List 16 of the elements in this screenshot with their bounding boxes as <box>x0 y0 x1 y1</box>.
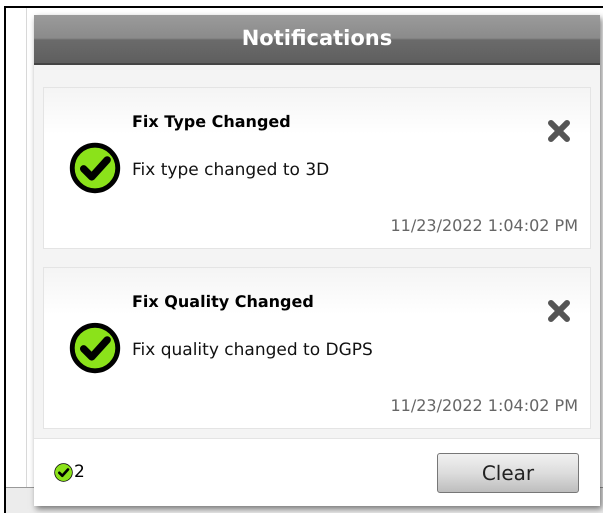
close-button[interactable] <box>546 118 572 144</box>
close-icon <box>547 299 571 323</box>
notification-title: Fix Quality Changed <box>132 291 315 313</box>
close-button[interactable] <box>546 298 572 324</box>
clear-button[interactable]: Clear <box>437 452 579 492</box>
panel-title: Notifications <box>242 25 392 52</box>
close-icon <box>547 119 571 143</box>
notification-message: Fix type changed to 3D <box>132 159 330 182</box>
check-circle-icon <box>54 463 73 482</box>
check-circle-icon <box>69 142 121 194</box>
check-circle-icon <box>69 322 121 374</box>
notification-time: 11/23/2022 1:04:02 PM <box>390 215 578 237</box>
notification-count: 2 <box>74 460 85 484</box>
notification-title: Fix Type Changed <box>132 111 292 133</box>
notification-message: Fix quality changed to DGPS <box>132 339 374 362</box>
notification-time: 11/23/2022 1:04:02 PM <box>390 395 578 417</box>
